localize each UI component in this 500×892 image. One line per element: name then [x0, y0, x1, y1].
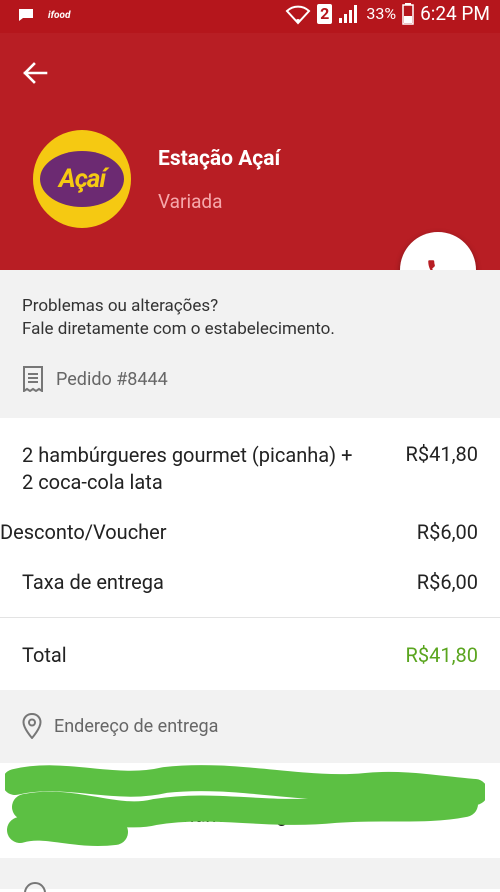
order-number: Pedido #8444: [22, 366, 168, 392]
back-arrow-icon[interactable]: [20, 58, 50, 88]
clock: 6:24 PM: [420, 2, 490, 25]
logo-text: Açaí: [58, 164, 106, 194]
location-pin-icon: [22, 713, 42, 739]
problem-line: Problemas ou alterações?: [22, 296, 219, 316]
store-category: Variada: [158, 190, 223, 213]
wifi-icon: [285, 5, 311, 24]
battery-percent: 33%: [366, 4, 397, 23]
notification-icons: ifood: [18, 8, 70, 22]
store-logo: Açaí: [33, 130, 131, 228]
address-label: Endereço de entrega: [54, 715, 219, 737]
order-number-label: Pedido #8444: [56, 368, 168, 390]
item-line-1: 2 hambúrgueres gourmet (picanha) +: [22, 443, 353, 467]
order-item-price: R$41,80: [405, 442, 478, 466]
contact-text: Problemas ou alterações? Fale diretament…: [22, 295, 335, 341]
delivery-fee-value: R$6,00: [416, 570, 478, 594]
contact-section: [0, 270, 500, 418]
battery-icon: [402, 2, 414, 25]
total-value: R$41,80: [405, 643, 478, 667]
item-line-2: 2 coca-cola lata: [22, 470, 163, 494]
receipt-icon: [23, 366, 43, 392]
system-status: 2 33% 6:24 PM: [285, 2, 490, 25]
signal-icon: [339, 4, 358, 23]
contact-line: Fale diretamente com o estabelecimento.: [22, 319, 335, 339]
logo-badge: Açaí: [40, 151, 124, 207]
delivery-fee-label: Taxa de entrega: [22, 570, 164, 594]
status-bar: ifood 2 33% 6:24 PM: [0, 0, 500, 33]
discount-label: Desconto/Voucher: [0, 520, 167, 544]
next-section: [0, 858, 500, 889]
clock-icon: [24, 882, 46, 892]
order-item-description: 2 hambúrgueres gourmet (picanha) + 2 coc…: [22, 442, 352, 496]
address-redaction: [5, 765, 485, 847]
ifood-notification-icon: ifood: [48, 9, 71, 21]
total-label: Total: [22, 643, 67, 667]
address-label-row: Endereço de entrega: [22, 713, 218, 739]
sim-badge: 2: [317, 3, 333, 24]
total-divider: [0, 617, 500, 618]
discount-value: R$6,00: [416, 520, 478, 544]
message-icon: [19, 9, 33, 21]
store-name: Estação Açaí: [158, 147, 281, 171]
